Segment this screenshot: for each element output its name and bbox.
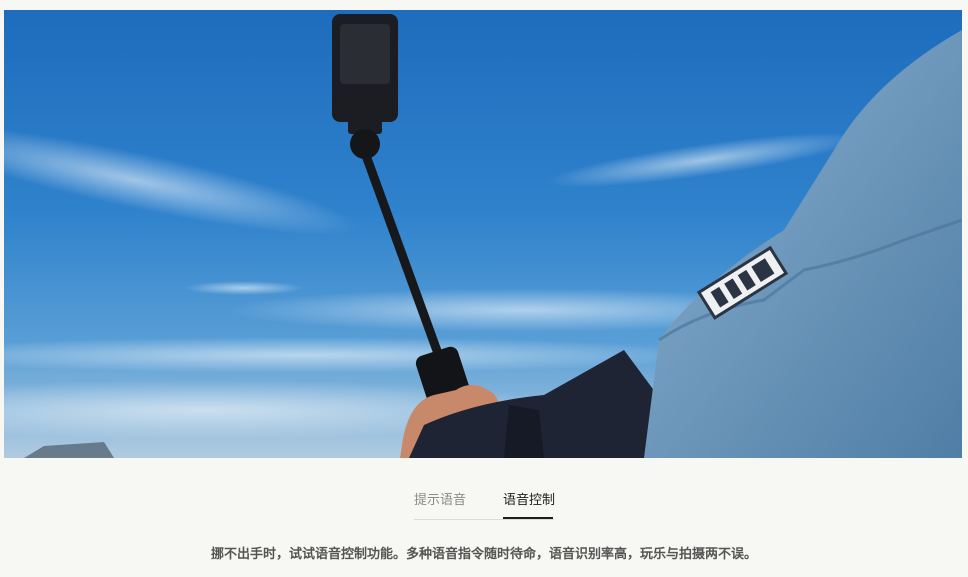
page: 提示语音 语音控制 挪不出手时，试试语音控制功能。多种语音指令随时待命，语音识别… [0,0,968,577]
tab-voice-control[interactable]: 语音控制 [503,493,555,509]
tab-bar: 提示语音 语音控制 [0,458,968,522]
feature-description: 挪不出手时，试试语音控制功能。多种语音指令随时待命，语音识别率高，玩乐与拍摄两不… [210,547,757,562]
hero-image [4,10,962,458]
hero-illustration [4,10,962,458]
tab-track [414,519,554,520]
active-tab-indicator [503,517,553,519]
tab-voice-prompt[interactable]: 提示语音 [414,493,466,509]
